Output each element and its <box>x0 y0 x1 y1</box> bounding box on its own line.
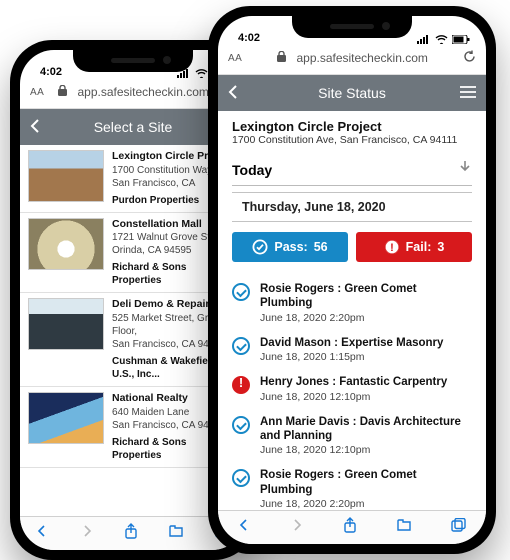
device-notch <box>73 50 193 72</box>
checkin-row[interactable]: Rosie Rogers : Green Comet PlumbingJune … <box>232 462 472 516</box>
nav-forward-icon <box>290 518 304 537</box>
checkin-timestamp: June 18, 2020 2:20pm <box>260 312 472 324</box>
fail-count: 3 <box>437 240 444 254</box>
phone-right: 4:02 AA app.safesitecheckin.com Site Sta… <box>208 6 496 554</box>
site-thumbnail <box>28 392 104 444</box>
checkin-row[interactable]: Rosie Rogers : Green Comet PlumbingJune … <box>232 276 472 330</box>
checkin-row[interactable]: Ann Marie Davis : Davis Architecture and… <box>232 409 472 463</box>
alert-circle-icon <box>232 376 250 394</box>
checkin-timestamp: June 18, 2020 12:10pm <box>260 444 472 456</box>
date-bar: Thursday, June 18, 2020 <box>232 192 472 222</box>
tabs-icon[interactable] <box>451 518 467 537</box>
device-notch <box>292 16 412 38</box>
checkin-timestamp: June 18, 2020 12:10pm <box>260 391 447 403</box>
lock-icon <box>58 85 67 99</box>
share-icon[interactable] <box>124 523 138 544</box>
checkin-timestamp: June 18, 2020 1:15pm <box>260 351 443 363</box>
status-indicators <box>417 35 470 44</box>
menu-icon[interactable] <box>458 85 476 101</box>
status-time: 4:02 <box>40 66 62 78</box>
download-icon[interactable] <box>458 160 472 179</box>
today-label: Today <box>232 162 272 178</box>
pass-summary[interactable]: Pass: 56 <box>232 232 348 262</box>
check-circle-icon <box>232 283 250 301</box>
checkin-timestamp: June 18, 2020 2:20pm <box>260 498 472 510</box>
status-time: 4:02 <box>238 32 260 44</box>
date-selector[interactable]: Today <box>232 160 472 186</box>
url-host: app.safesitecheckin.com <box>296 51 427 65</box>
lock-icon <box>277 51 286 65</box>
check-circle-icon <box>252 239 268 255</box>
app-header: Site Status <box>218 75 486 111</box>
share-icon[interactable] <box>343 517 357 538</box>
nav-back-icon[interactable] <box>237 518 251 537</box>
checkin-title: David Mason : Expertise Masonry <box>260 336 443 350</box>
site-thumbnail <box>28 218 104 270</box>
text-size-button[interactable]: AA <box>228 53 242 64</box>
wifi-icon <box>195 69 208 78</box>
checkin-title: Rosie Rogers : Green Comet Plumbing <box>260 468 472 497</box>
reload-icon[interactable] <box>463 50 476 66</box>
browser-url-bar[interactable]: AA app.safesitecheckin.com <box>218 46 486 75</box>
header-title: Site Status <box>246 85 458 101</box>
fail-summary[interactable]: ! Fail: 3 <box>356 232 472 262</box>
back-icon[interactable] <box>30 119 48 136</box>
checkin-title: Henry Jones : Fantastic Carpentry <box>260 375 447 389</box>
signal-icon <box>417 35 431 44</box>
project-name: Lexington Circle Project <box>232 119 472 134</box>
wifi-icon <box>435 35 448 44</box>
check-circle-icon <box>232 416 250 434</box>
site-thumbnail <box>28 298 104 350</box>
fail-label: Fail: <box>406 240 432 254</box>
svg-text:!: ! <box>390 242 394 254</box>
bookmarks-icon[interactable] <box>168 524 184 543</box>
site-thumbnail <box>28 150 104 202</box>
browser-bottom-bar <box>218 510 486 544</box>
check-circle-icon <box>232 469 250 487</box>
nav-back-icon[interactable] <box>35 524 49 543</box>
back-icon[interactable] <box>228 85 246 102</box>
bookmarks-icon[interactable] <box>396 518 412 537</box>
checkin-row[interactable]: Henry Jones : Fantastic Carpentry June 18… <box>232 369 472 408</box>
checkin-row[interactable]: David Mason : Expertise MasonryJune 18, … <box>232 330 472 369</box>
header-title: Select a Site <box>48 119 218 135</box>
project-address: 1700 Constitution Ave, San Francisco, CA… <box>232 134 472 146</box>
url-host: app.safesitecheckin.com <box>77 85 208 99</box>
check-circle-icon <box>232 337 250 355</box>
checkin-title: Ann Marie Davis : Davis Architecture and… <box>260 415 472 444</box>
nav-forward-icon <box>80 524 94 543</box>
checkin-list: Rosie Rogers : Green Comet PlumbingJune … <box>232 276 472 516</box>
pass-count: 56 <box>314 240 328 254</box>
alert-circle-icon: ! <box>384 239 400 255</box>
battery-icon <box>452 35 470 44</box>
pass-label: Pass: <box>274 240 307 254</box>
checkin-title: Rosie Rogers : Green Comet Plumbing <box>260 282 472 311</box>
text-size-button[interactable]: AA <box>30 87 44 98</box>
